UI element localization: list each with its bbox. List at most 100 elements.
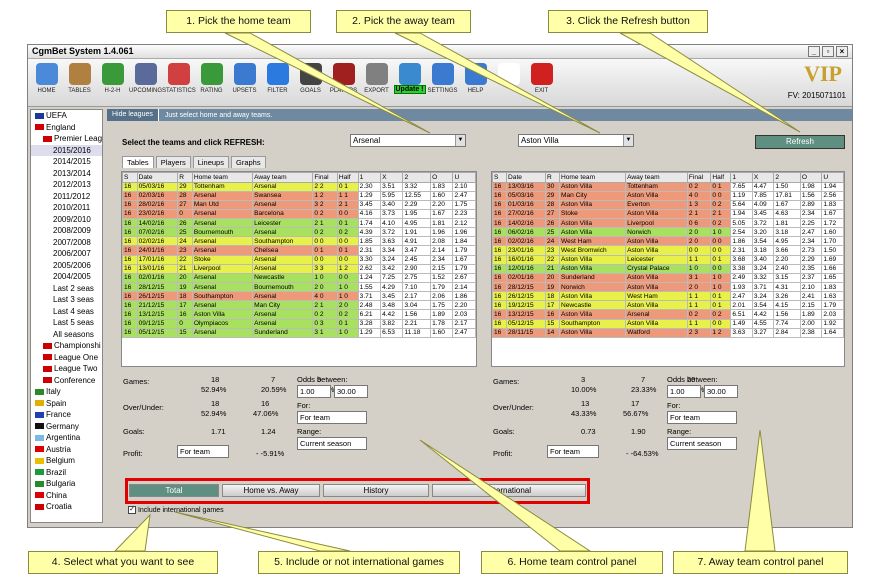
column-header[interactable]: S <box>122 172 138 183</box>
tab-players[interactable]: Players <box>155 156 191 168</box>
column-header[interactable]: R <box>177 172 193 183</box>
toolbar-home-button[interactable]: HOME <box>30 59 63 106</box>
toolbar-upsets-button[interactable]: UPSETS <box>228 59 261 106</box>
tree-item[interactable]: 2013/2014 <box>31 168 102 180</box>
tree-item[interactable]: Germany <box>31 421 102 433</box>
table-row[interactable]: 16 24/01/16 23 Arsenal Chelsea 0 10 1 2.31 3.34… <box>122 245 476 256</box>
column-header[interactable]: R <box>544 172 560 183</box>
toolbar-help-button[interactable]: HELP <box>459 59 492 106</box>
tree-item[interactable]: Last 5 seas <box>31 317 102 329</box>
table-row[interactable]: 16 02/02/16 24 Arsenal Southampton 0 00 0 1.85… <box>122 236 476 247</box>
minimize-icon[interactable]: _ <box>808 46 820 57</box>
toolbar-exit-button[interactable]: EXIT <box>525 59 558 106</box>
tab-graphs[interactable]: Graphs <box>230 156 266 168</box>
column-header[interactable]: S <box>492 172 508 183</box>
tree-item[interactable]: League One <box>31 352 102 364</box>
maximize-icon[interactable]: ▫ <box>822 46 834 57</box>
odds-from-input[interactable]: 1.00 <box>667 385 701 398</box>
table-row[interactable]: 16 14/02/16 26 Arsenal Leicester 2 10 1 1.74 4.… <box>122 218 476 229</box>
column-header[interactable]: Final <box>686 172 712 183</box>
toolbar-tables-button[interactable]: TABLES <box>63 59 96 106</box>
tree-item[interactable]: Premier Leag <box>31 133 102 145</box>
include-intl-checkbox[interactable]: ✓ <box>128 506 136 514</box>
tree-item[interactable]: UEFA <box>31 110 102 122</box>
profit-select[interactable]: For team <box>547 445 599 458</box>
refresh-button[interactable]: Refresh <box>755 135 845 149</box>
tree-item[interactable]: 2005/2006 <box>31 260 102 272</box>
tree-item[interactable]: 2004/2005 <box>31 271 102 283</box>
tree-item[interactable]: Belgium <box>31 455 102 467</box>
table-row[interactable]: 16 02/01/16 20 Sunderland Aston Villa 3 11 02… <box>492 272 844 284</box>
column-header[interactable]: U <box>452 172 476 183</box>
table-row[interactable]: 16 09/12/15 0 Olympiacos Arsenal 0 30 1 3.28 3.… <box>122 318 476 329</box>
table-row[interactable]: 16 27/02/16 27 Stoke Aston Villa 2 12 1 1.94 3.… <box>492 208 844 220</box>
table-row[interactable]: 16 14/02/16 26 Aston Villa Liverpool 0 60 2 5.… <box>492 218 844 229</box>
tree-item[interactable]: 2015/2016 <box>31 144 102 156</box>
profit-select[interactable]: For team <box>177 445 229 458</box>
toolbar-settings-button[interactable]: SETTINGS <box>426 59 459 106</box>
tree-item[interactable]: England <box>31 122 102 134</box>
table-row[interactable]: 16 19/12/15 17 Newcastle Aston Villa 1 10 1 2.… <box>492 300 844 311</box>
away-grid[interactable]: S Date R Home team Away team Final Half 1 X 2 O U 16… <box>491 171 845 367</box>
home-grid[interactable]: S Date R Home team Away team Final Half 1 X 2 O U 16… <box>121 171 477 367</box>
table-row[interactable]: 16 13/01/16 21 Liverpool Arsenal 3 31 2 2.62 3.… <box>122 263 476 274</box>
table-row[interactable]: 16 21/12/15 17 Arsenal Man City 2 12 0 2.48 3.4… <box>122 300 476 311</box>
column-header[interactable]: Away team <box>252 172 314 183</box>
toolbar-goals-button[interactable]: GOALS <box>294 59 327 106</box>
tree-item[interactable]: 2012/2013 <box>31 179 102 191</box>
close-icon[interactable]: × <box>836 46 848 57</box>
range-select[interactable]: Current season <box>297 437 367 450</box>
tree-item[interactable]: Championshi <box>31 340 102 352</box>
tree-item[interactable]: 2009/2010 <box>31 214 102 226</box>
league-tree[interactable]: UEFA England Premier Leag 2015/2016 2014/201… <box>30 109 103 523</box>
table-row[interactable]: 16 13/12/15 16 Aston Villa Arsenal 0 20 2 6.21… <box>122 309 476 320</box>
table-row[interactable]: 16 23/02/16 0 Arsenal Barcelona 0 20 0 4.16 3.7… <box>122 208 476 220</box>
table-row[interactable]: 16 26/12/15 18 Aston Villa West Ham 1 10 1 2.4… <box>492 291 844 302</box>
column-header[interactable]: Half <box>710 172 732 183</box>
table-row[interactable]: 16 17/01/16 22 Stoke Arsenal 0 00 0 3.30 3.24 2.… <box>122 254 476 265</box>
toolbar-statistics-button[interactable]: STATISTICS <box>162 59 196 106</box>
table-row[interactable]: 16 02/01/16 20 Arsenal Newcastle 1 00 0 1.24 7.… <box>122 272 476 284</box>
table-row[interactable]: 16 13/03/16 30 Aston Villa Tottenham 0 20 1 7.… <box>492 181 844 192</box>
tree-item[interactable]: Italy <box>31 386 102 398</box>
away-team-select[interactable]: Aston Villa ▼ <box>518 134 634 147</box>
table-row[interactable]: 16 02/02/16 24 West Ham Aston Villa 2 00 0 1.8… <box>492 236 844 247</box>
include-intl[interactable]: ✓ Include international games <box>128 506 224 514</box>
table-row[interactable]: 16 05/03/16 29 Man City Aston Villa 4 00 0 1.1… <box>492 190 844 201</box>
column-header[interactable]: Home team <box>191 172 254 183</box>
column-header[interactable]: Half <box>336 172 359 183</box>
tab-lineups[interactable]: Lineups <box>192 156 229 168</box>
tree-item[interactable]: France <box>31 409 102 421</box>
tree-item[interactable]: Croatia <box>31 501 102 513</box>
toolbar-rating-button[interactable]: RATING <box>195 59 228 106</box>
odds-to-input[interactable]: 30.00 <box>704 385 738 398</box>
column-header[interactable]: Final <box>312 172 338 183</box>
table-row[interactable]: 16 28/12/15 19 Arsenal Bournemouth 2 01 0 1.55… <box>122 282 476 293</box>
column-header[interactable]: 2 <box>773 172 801 183</box>
column-header[interactable]: O <box>430 172 454 183</box>
tree-item[interactable]: 2007/2008 <box>31 237 102 249</box>
odds-from-input[interactable]: 1.00 <box>297 385 331 398</box>
table-row[interactable]: 16 28/12/15 19 Norwich Aston Villa 2 01 0 1.93… <box>492 282 844 293</box>
table-row[interactable]: 16 07/02/16 25 Bournemouth Arsenal 0 20 2 4.39… <box>122 227 476 238</box>
column-header[interactable]: 1 <box>357 172 382 183</box>
tree-item[interactable]: 2006/2007 <box>31 248 102 260</box>
tree-item[interactable]: Brazil <box>31 467 102 479</box>
toolbar-export-button[interactable]: EXPORT <box>360 59 393 106</box>
table-row[interactable]: 16 28/02/16 27 Man Utd Arsenal 3 22 1 3.45 3.40… <box>122 199 476 210</box>
column-header[interactable]: Date <box>506 172 546 183</box>
tree-item[interactable]: Spain <box>31 398 102 410</box>
for-select[interactable]: For team <box>667 411 737 424</box>
tree-item[interactable]: Austria <box>31 444 102 456</box>
column-header[interactable]: Date <box>136 172 179 183</box>
column-header[interactable]: U <box>821 172 844 183</box>
table-row[interactable]: 16 05/03/16 29 Tottenham Arsenal 2 20 1 2.30 3.… <box>122 181 476 192</box>
toolbar-upcoming-button[interactable]: UPCOMING <box>129 59 162 106</box>
for-select[interactable]: For team <box>297 411 367 424</box>
column-header[interactable]: X <box>380 172 404 183</box>
column-header[interactable]: X <box>751 172 775 183</box>
tree-item[interactable]: 2010/2011 <box>31 202 102 214</box>
table-row[interactable]: 16 28/11/15 14 Aston Villa Watford 2 31 2 3.63… <box>492 327 844 338</box>
range-select[interactable]: Current season <box>667 437 737 450</box>
table-row[interactable]: 16 16/01/16 22 Aston Villa Leicester 1 10 1 3.… <box>492 254 844 265</box>
